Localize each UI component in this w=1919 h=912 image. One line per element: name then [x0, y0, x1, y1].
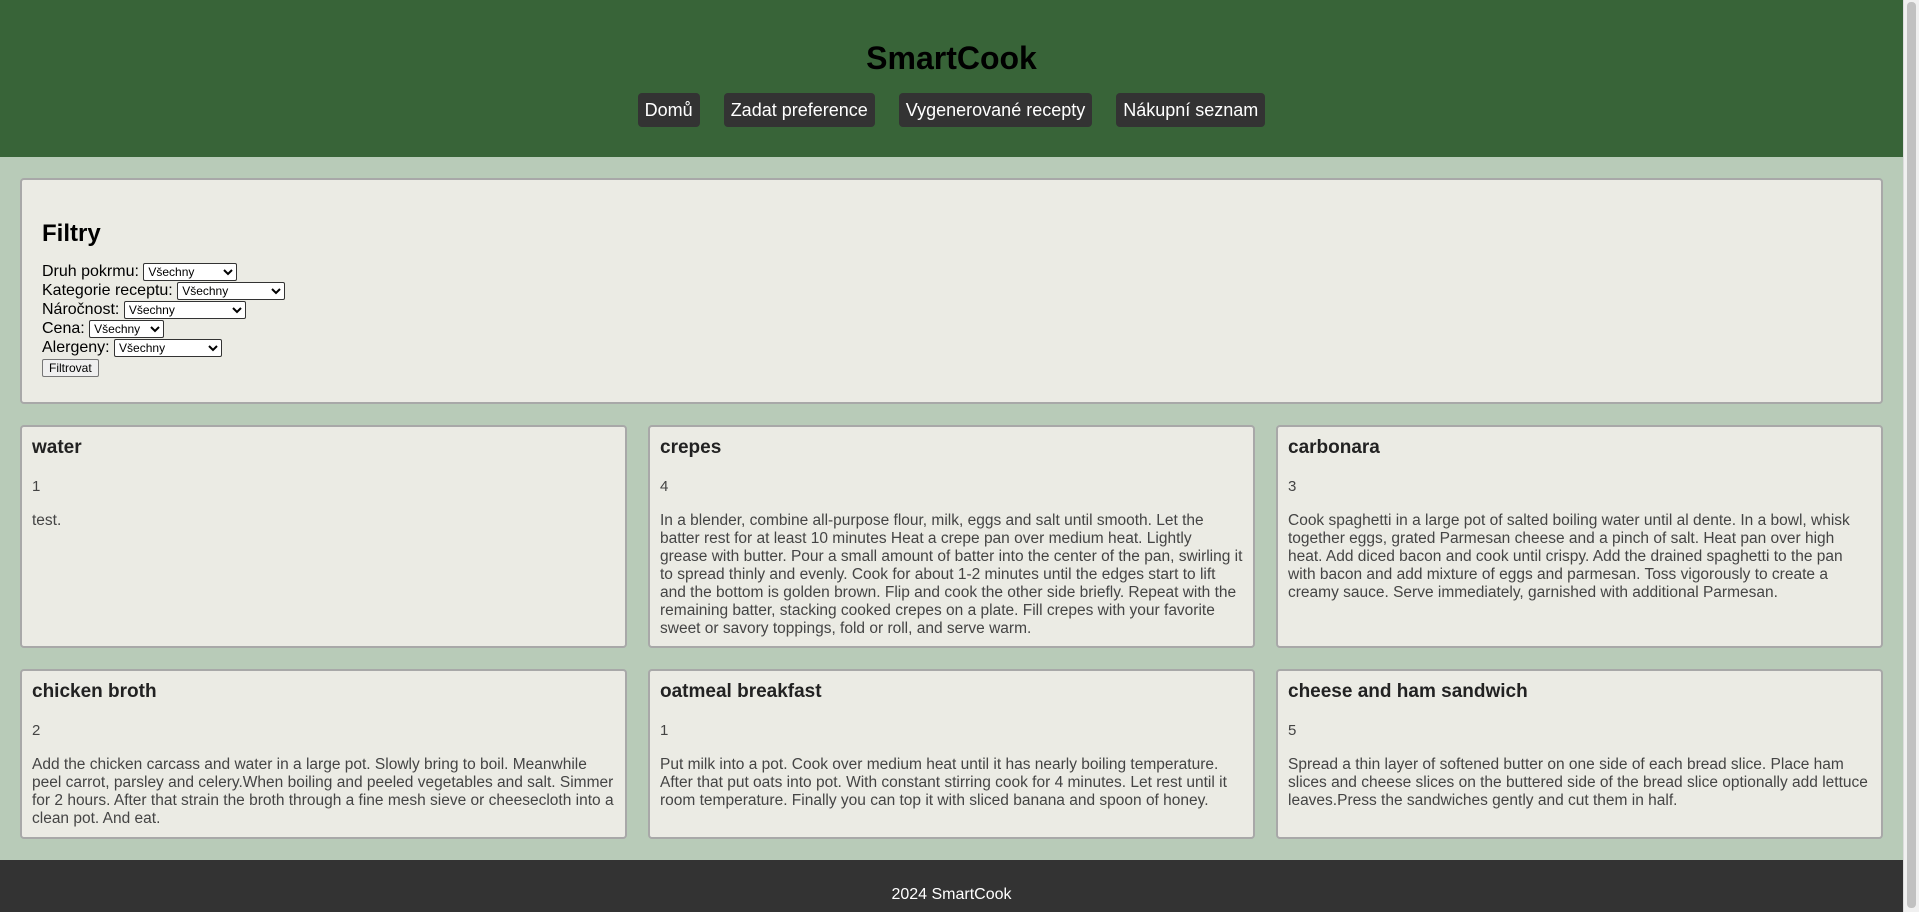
filter-price-label: Cena: — [42, 320, 85, 337]
vertical-scrollbar[interactable] — [1903, 0, 1919, 912]
filter-button[interactable]: Filtrovat — [42, 359, 99, 377]
recipe-description: test. — [32, 512, 62, 529]
recipe-title: chicken broth — [32, 681, 157, 702]
recipe-rating: 5 — [1288, 722, 1297, 739]
filter-difficulty-select[interactable]: Všechny — [123, 301, 246, 319]
scrollbar-thumb[interactable] — [1907, 2, 1916, 908]
nav-preferences-button[interactable]: Zadat preference — [723, 93, 875, 127]
filter-category-label: Kategorie receptu: — [42, 282, 173, 299]
filter-allergens-select[interactable]: Všechny — [114, 339, 223, 357]
filter-difficulty: Náročnost: Všechny — [42, 300, 1861, 319]
recipe-description: Cook spaghetti in a large pot of salted … — [1288, 512, 1850, 601]
nav-shopping-list-button[interactable]: Nákupní seznam — [1116, 93, 1266, 127]
recipe-rating: 3 — [1288, 478, 1297, 495]
filter-dish-type: Druh pokrmu: Všechny — [42, 262, 1861, 281]
recipe-title: carbonara — [1288, 437, 1380, 458]
site-header: SmartCook Domů Zadat preference Vygenero… — [0, 0, 1903, 157]
main-nav: Domů Zadat preference Vygenerované recep… — [0, 93, 1903, 127]
recipe-title: crepes — [660, 437, 722, 458]
filter-difficulty-label: Náročnost: — [42, 301, 120, 318]
recipe-card[interactable]: oatmeal breakfast 1 Put milk into a pot.… — [648, 669, 1255, 839]
site-title: SmartCook — [866, 40, 1037, 76]
recipe-title: water — [32, 437, 82, 458]
nav-generated-recipes-button[interactable]: Vygenerované recepty — [898, 93, 1093, 127]
filter-dish-type-select[interactable]: Všechny — [143, 263, 238, 281]
recipe-card[interactable]: carbonara 3 Cook spaghetti in a large po… — [1276, 425, 1883, 648]
site-footer: 2024 SmartCook — [0, 860, 1903, 912]
recipe-card[interactable]: crepes 4 In a blender, combine all-purpo… — [648, 425, 1255, 648]
recipe-rating: 2 — [32, 722, 41, 739]
recipe-rating: 1 — [32, 478, 41, 495]
recipe-title: oatmeal breakfast — [660, 681, 822, 702]
recipe-rating: 4 — [660, 478, 669, 495]
filter-price: Cena: Všechny — [42, 319, 1861, 338]
recipe-card[interactable]: chicken broth 2 Add the chicken carcass … — [20, 669, 627, 839]
recipe-card[interactable]: cheese and ham sandwich 5 Spread a thin … — [1276, 669, 1883, 839]
filter-dish-type-label: Druh pokrmu: — [42, 263, 139, 280]
recipe-title: cheese and ham sandwich — [1288, 681, 1528, 702]
recipe-rating: 1 — [660, 722, 669, 739]
footer-text: 2024 SmartCook — [891, 886, 1012, 903]
filters-panel: Filtry Druh pokrmu: Všechny Kategorie re… — [20, 178, 1883, 404]
filter-price-select[interactable]: Všechny — [89, 320, 165, 338]
recipe-card[interactable]: water 1 test. — [20, 425, 627, 648]
recipe-description: In a blender, combine all-purpose flour,… — [660, 512, 1243, 637]
filter-category-select[interactable]: Všechny — [177, 282, 286, 300]
nav-home-button[interactable]: Domů — [637, 93, 700, 127]
recipe-description: Add the chicken carcass and water in a l… — [32, 756, 614, 827]
filter-allergens-label: Alergeny: — [42, 339, 110, 356]
recipe-description: Spread a thin layer of softened butter o… — [1288, 756, 1868, 809]
filter-category: Kategorie receptu: Všechny — [42, 281, 1861, 300]
filter-allergens: Alergeny: Všechny — [42, 338, 1861, 357]
recipe-description: Put milk into a pot. Cook over medium he… — [660, 756, 1227, 809]
filters-title: Filtry — [42, 220, 101, 247]
